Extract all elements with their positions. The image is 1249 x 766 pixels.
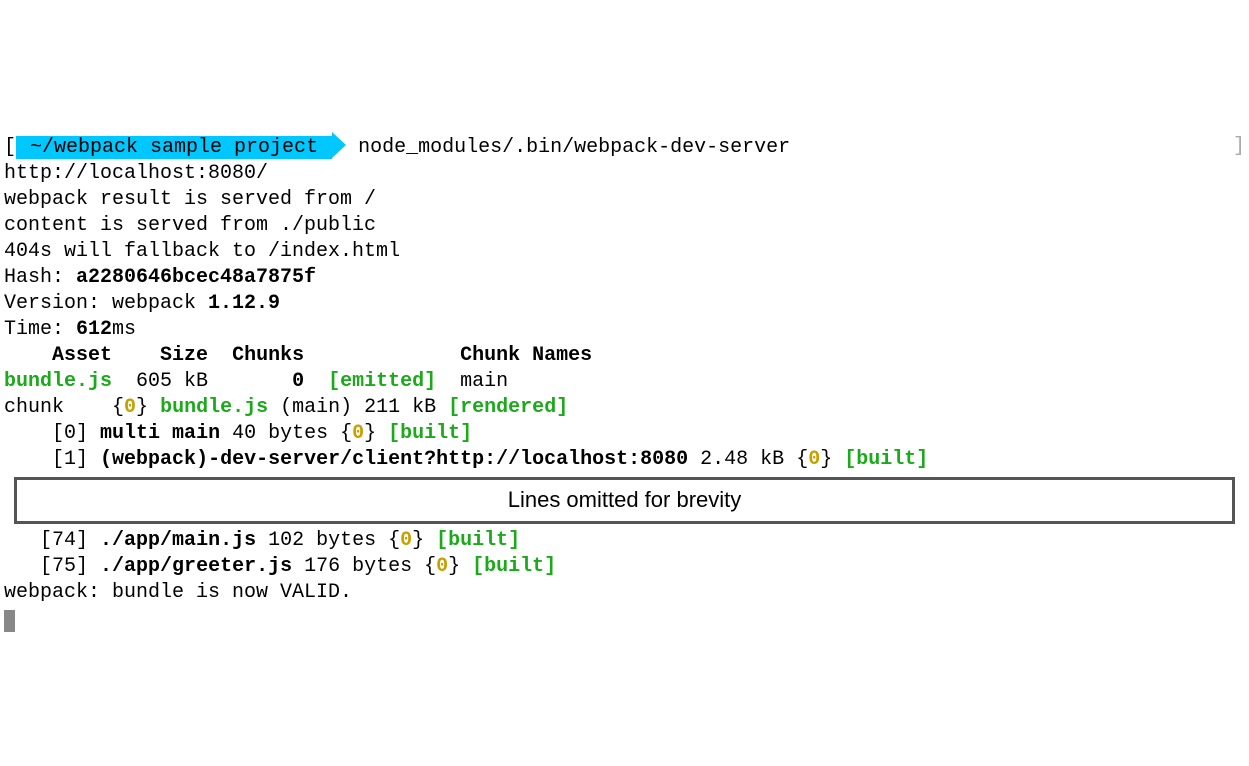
rendered-status: [rendered] xyxy=(448,396,568,419)
cursor-icon xyxy=(4,610,15,632)
hash-line: Hash: a2280646bcec48a7875f xyxy=(4,266,316,289)
module-line: [74] ./app/main.js 102 bytes {0} [built] xyxy=(4,529,520,552)
version-line: Version: webpack 1.12.9 xyxy=(4,292,280,315)
output-fallback: 404s will fallback to /index.html xyxy=(4,240,400,263)
final-line: webpack: bundle is now VALID. xyxy=(4,581,352,604)
output-served: webpack result is served from / xyxy=(4,188,376,211)
output-content: content is served from ./public xyxy=(4,214,376,237)
hash-value: a2280646bcec48a7875f xyxy=(76,266,316,289)
time-line: Time: 612ms xyxy=(4,318,136,341)
module-line: [75] ./app/greeter.js 176 bytes {0} [bui… xyxy=(4,555,556,578)
output-url: http://localhost:8080/ xyxy=(4,162,268,185)
emitted-status: [emitted] xyxy=(328,370,436,393)
chunk-line: chunk {0} bundle.js (main) 211 kB [rende… xyxy=(4,396,568,419)
module-line: [1] (webpack)-dev-server/client?http://l… xyxy=(4,448,928,471)
version-value: 1.12.9 xyxy=(208,292,280,315)
right-bracket: ] xyxy=(1233,134,1245,160)
table-row: bundle.js 605 kB 0 [emitted] main xyxy=(4,370,508,393)
terminal-output: [ ~/webpack sample project node_modules/… xyxy=(4,108,1245,632)
asset-name: bundle.js xyxy=(4,370,112,393)
time-value: 612 xyxy=(76,318,112,341)
left-bracket: [ xyxy=(4,136,16,159)
command-text: node_modules/.bin/webpack-dev-server xyxy=(346,136,790,159)
prompt-line: [ ~/webpack sample project node_modules/… xyxy=(4,136,790,159)
prompt-arrow-icon xyxy=(332,132,346,158)
omitted-notice: Lines omitted for brevity xyxy=(14,477,1235,524)
table-header: Asset Size Chunks Chunk Names xyxy=(4,344,592,367)
module-line: [0] multi main 40 bytes {0} [built] xyxy=(4,422,472,445)
prompt-path: ~/webpack sample project xyxy=(16,136,332,159)
